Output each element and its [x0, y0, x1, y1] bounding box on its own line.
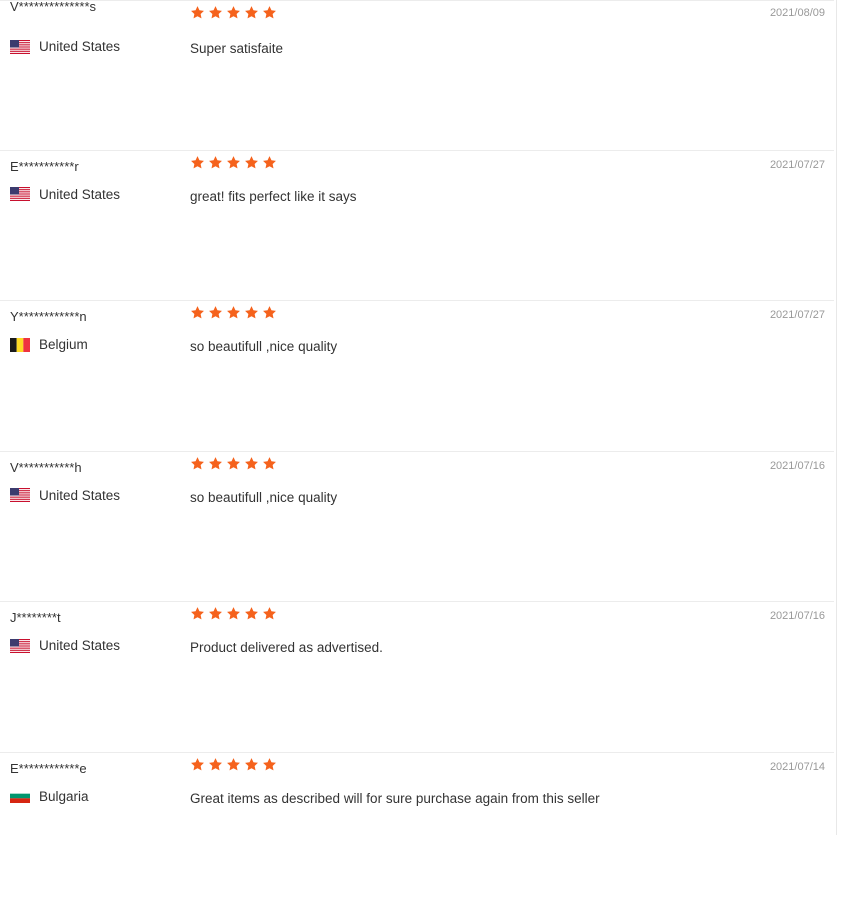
- country-name: United States: [39, 39, 121, 54]
- reviewer-name: Y************n: [10, 309, 87, 325]
- review-date: 2021/07/16: [769, 459, 825, 472]
- feedback-list: V**************s United States Super sat…: [0, 0, 834, 904]
- review-date: 2021/07/27: [769, 309, 825, 322]
- reviewer-country: Bulgaria: [10, 789, 89, 804]
- review-text: great! fits perfect like it says: [190, 188, 357, 204]
- star-icon: [227, 607, 240, 620]
- star-icon: [191, 758, 204, 771]
- review-item: J********t United States Product deliver…: [0, 602, 834, 753]
- review-item: V***********h United States so beautiful…: [0, 452, 834, 603]
- star-icon: [245, 456, 258, 470]
- country-name: United States: [39, 638, 121, 654]
- reviewer-country: United States: [10, 187, 120, 202]
- star-icon: [191, 306, 204, 319]
- review-item: Y************n Belgium so beautifull ,ni…: [0, 301, 834, 452]
- review-text: Great items as described will for sure p…: [190, 790, 600, 806]
- review-text: so beautifull ,nice quality: [190, 489, 338, 505]
- star-rating: [190, 305, 277, 320]
- country-name: Bulgaria: [39, 788, 89, 804]
- us-flag-icon: [10, 39, 30, 54]
- reviewer-name: V**************s: [10, 0, 96, 14]
- review-date: 2021/07/14: [769, 760, 825, 773]
- star-icon: [191, 155, 204, 168]
- us-flag-icon: [10, 638, 30, 653]
- reviewer-country: Belgium: [10, 337, 88, 352]
- review-date: 2021/07/27: [769, 158, 825, 171]
- reviewer-name: E************e: [10, 760, 87, 776]
- star-icon: [227, 6, 240, 19]
- star-icon: [245, 6, 258, 19]
- star-rating: [190, 757, 277, 772]
- star-rating: [190, 155, 277, 170]
- review-item: E***********r United States great! fits …: [0, 151, 834, 302]
- star-icon: [245, 607, 258, 620]
- star-icon: [245, 155, 258, 168]
- review-date: 2021/07/16: [769, 610, 825, 623]
- star-rating: [190, 5, 277, 20]
- country-name: United States: [39, 186, 121, 202]
- star-icon: [263, 306, 276, 319]
- review-text: Super satisfaite: [190, 41, 284, 56]
- star-icon: [209, 155, 222, 168]
- star-icon: [263, 155, 276, 168]
- country-name: United States: [39, 487, 121, 503]
- review-item: E************e Bulgaria Great items as d…: [0, 753, 834, 904]
- review-text: Product delivered as advertised.: [190, 640, 383, 656]
- star-icon: [191, 607, 204, 620]
- star-icon: [245, 306, 258, 319]
- review-text: so beautifull ,nice quality: [190, 339, 338, 355]
- star-icon: [227, 155, 240, 168]
- star-icon: [209, 456, 222, 470]
- star-rating: [190, 606, 277, 621]
- country-name: Belgium: [39, 337, 88, 353]
- us-flag-icon: [10, 488, 30, 503]
- star-icon: [263, 6, 276, 19]
- be-flag-icon: [10, 337, 30, 352]
- star-icon: [227, 306, 240, 319]
- star-icon: [263, 456, 276, 470]
- us-flag-icon: [10, 187, 30, 202]
- review-date: 2021/08/09: [769, 7, 825, 19]
- reviewer-name: V***********h: [10, 459, 82, 475]
- star-rating: [190, 456, 277, 471]
- star-icon: [191, 456, 204, 470]
- reviewer-country: United States: [10, 39, 120, 54]
- star-icon: [227, 758, 240, 771]
- review-item: V**************s United States Super sat…: [0, 0, 834, 151]
- bg-flag-icon: [10, 789, 30, 804]
- reviewer-name: J********t: [10, 610, 61, 626]
- star-icon: [209, 607, 222, 620]
- star-icon: [227, 456, 240, 470]
- star-icon: [263, 607, 276, 620]
- star-icon: [245, 758, 258, 771]
- star-icon: [263, 758, 276, 771]
- star-icon: [209, 6, 222, 19]
- star-icon: [191, 6, 204, 19]
- reviewer-country: United States: [10, 488, 120, 503]
- reviewer-country: United States: [10, 638, 120, 653]
- scrollbar[interactable]: [836, 0, 852, 835]
- star-icon: [209, 758, 222, 771]
- reviewer-name: E***********r: [10, 158, 79, 174]
- star-icon: [209, 306, 222, 319]
